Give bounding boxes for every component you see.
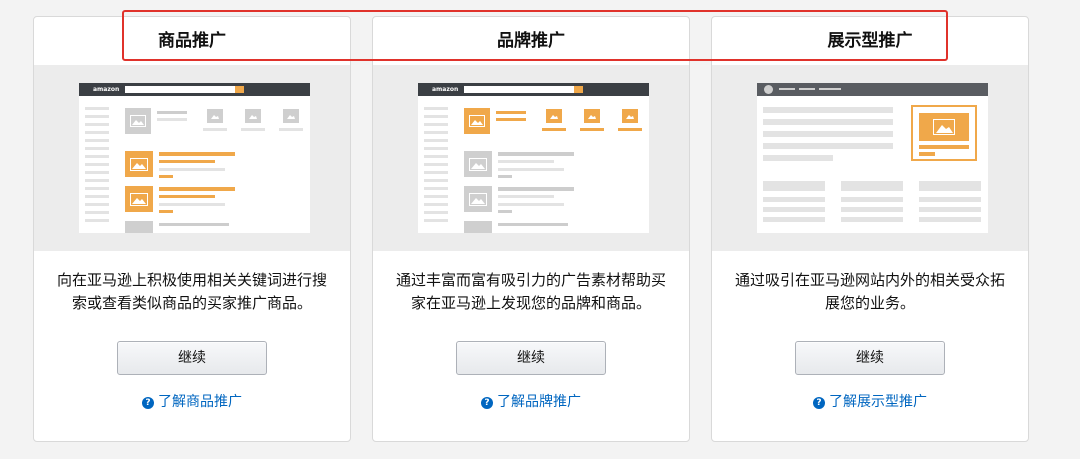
mockup-search-button bbox=[235, 86, 244, 93]
card-title: 展示型推广 bbox=[827, 31, 913, 51]
image-placeholder-icon bbox=[464, 186, 492, 212]
display-mockup bbox=[757, 83, 988, 233]
preview-area: amazon bbox=[373, 65, 689, 251]
learn-more-link[interactable]: ? 了解展示型推广 bbox=[712, 391, 1028, 411]
mockup-header bbox=[757, 83, 988, 96]
image-placeholder-icon bbox=[919, 113, 969, 141]
learn-more-label: 了解品牌推广 bbox=[497, 394, 581, 410]
mockup-header: amazon bbox=[418, 83, 649, 96]
card-title: 商品推广 bbox=[158, 31, 226, 51]
question-circle-icon: ? bbox=[481, 397, 493, 409]
card-sponsored-products: 商品推广 amazon 向在亚马逊上积极使用相关关键词进行搜索或查看类似商品的买… bbox=[33, 16, 351, 442]
image-placeholder-icon bbox=[207, 109, 223, 123]
mockup-search-bar bbox=[125, 86, 237, 93]
card-description: 通过吸引在亚马逊网站内外的相关受众拓展您的业务。 bbox=[734, 271, 1005, 312]
mockup-header: amazon bbox=[79, 83, 310, 96]
continue-button[interactable]: 继续 bbox=[795, 341, 945, 375]
question-circle-icon: ? bbox=[142, 397, 154, 409]
image-placeholder-icon bbox=[546, 109, 562, 123]
image-placeholder-icon bbox=[125, 151, 153, 177]
learn-more-label: 了解展示型推广 bbox=[829, 394, 927, 410]
card-description: 向在亚马逊上积极使用相关关键词进行搜索或查看类似商品的买家推广商品。 bbox=[56, 271, 327, 312]
preview-area: amazon bbox=[34, 65, 350, 251]
image-placeholder-icon bbox=[245, 109, 261, 123]
image-placeholder-icon bbox=[464, 108, 490, 134]
search-results-mockup: amazon bbox=[79, 83, 310, 233]
learn-more-link[interactable]: ? 了解品牌推广 bbox=[373, 391, 689, 411]
image-placeholder-icon bbox=[283, 109, 299, 123]
question-circle-icon: ? bbox=[813, 397, 825, 409]
image-placeholder-icon bbox=[622, 109, 638, 123]
card-title: 品牌推广 bbox=[497, 31, 565, 51]
image-placeholder-icon bbox=[584, 109, 600, 123]
image-placeholder-icon bbox=[125, 108, 151, 134]
card-sponsored-display: 展示型推广 通过吸引在亚马逊网站内外的相关受众拓展您的业务。 继续 ? 了解展示… bbox=[711, 16, 1029, 442]
learn-more-label: 了解商品推广 bbox=[158, 394, 242, 410]
mockup-search-bar bbox=[464, 86, 576, 93]
card-description: 通过丰富而富有吸引力的广告素材帮助买家在亚马逊上发现您的品牌和商品。 bbox=[395, 271, 666, 312]
preview-area bbox=[712, 65, 1028, 251]
continue-button[interactable]: 继续 bbox=[117, 341, 267, 375]
card-sponsored-brands: 品牌推广 amazon 通过丰富而富有吸引力的广告素材帮助买家在亚马逊上发现您的… bbox=[372, 16, 690, 442]
display-ad-frame bbox=[911, 105, 977, 161]
mockup-logo: amazon bbox=[432, 86, 459, 93]
mockup-logo: amazon bbox=[93, 86, 120, 93]
brand-mockup: amazon bbox=[418, 83, 649, 233]
continue-button[interactable]: 继续 bbox=[456, 341, 606, 375]
image-placeholder-icon bbox=[464, 151, 492, 177]
mockup-search-button bbox=[574, 86, 583, 93]
learn-more-link[interactable]: ? 了解商品推广 bbox=[34, 391, 350, 411]
image-placeholder-icon bbox=[125, 186, 153, 212]
